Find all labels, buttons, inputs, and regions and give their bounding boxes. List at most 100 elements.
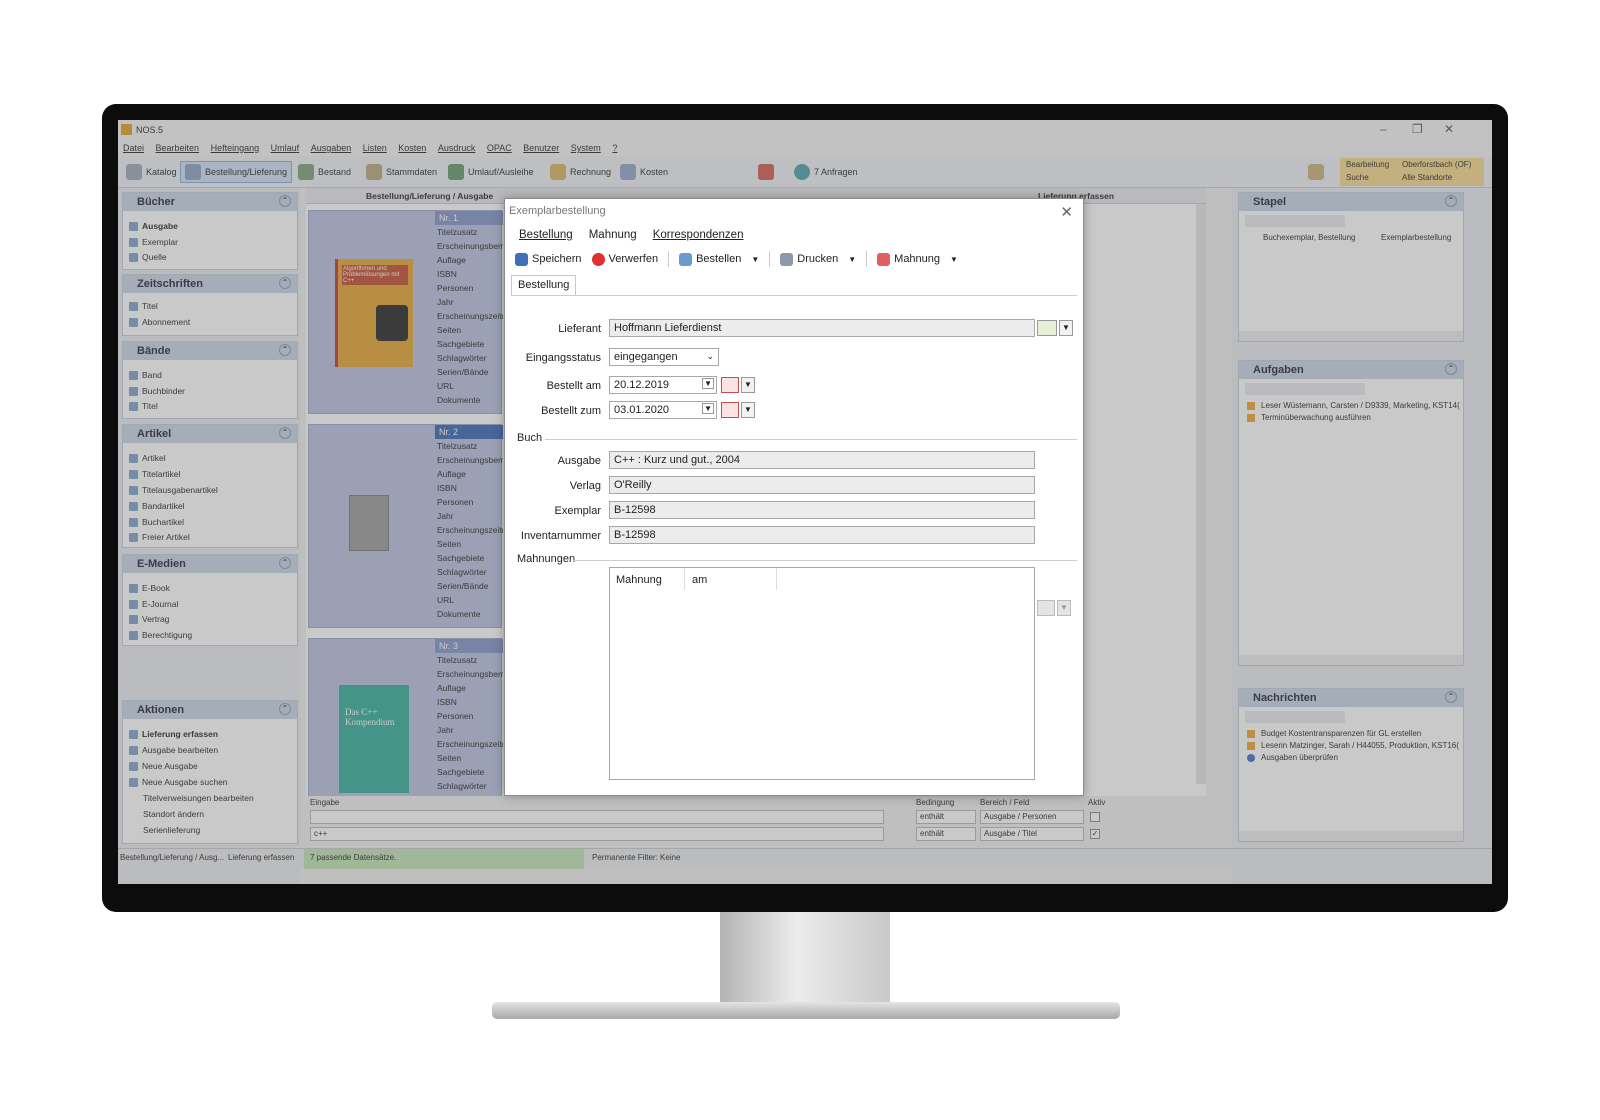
group-title[interactable]: Zeitschriften [123,275,297,293]
panel-title[interactable]: Stapel [1239,193,1463,211]
action-titelverweisungen[interactable]: Titelverweisungen bearbeiten [143,793,254,803]
bestellt-am-input[interactable]: 20.12.2019 ▼ [609,376,717,394]
search-input-1[interactable] [310,810,884,824]
condition-select-1[interactable]: enthält [916,810,976,824]
column-header-am[interactable]: am [692,574,707,586]
lieferant-dropdown-icon[interactable]: ▼ [1059,320,1073,336]
calendar-icon[interactable] [721,402,739,418]
nav-item-artikel[interactable]: Artikel [129,453,166,463]
nav-item-exemplar[interactable]: Exemplar [129,237,178,247]
collapse-icon[interactable]: ⌃ [1445,691,1457,703]
nav-item-buchartikel[interactable]: Buchartikel [129,517,184,527]
group-title[interactable]: Bücher [123,193,297,211]
menu-bearbeiten[interactable]: Bearbeiten [156,143,200,153]
nav-item-abonnement[interactable]: Abonnement [129,317,190,327]
field-select-2[interactable]: Ausgabe / Titel [980,827,1084,841]
stapel-row-label[interactable]: Buchexemplar, Bestellung [1263,233,1356,242]
nav-item-e-book[interactable]: E-Book [129,583,170,593]
group-title[interactable]: E-Medien [123,555,297,573]
home-button[interactable] [1304,161,1328,183]
collapse-icon[interactable]: ⌃ [279,703,291,715]
action-neue-ausgabe-suchen[interactable]: Neue Ausgabe suchen [129,777,228,787]
task-item[interactable]: Terminüberwachung ausführen [1247,413,1371,422]
ausgabe-field[interactable]: C++ : Kurz und gut., 2004 [609,451,1035,469]
date-dropdown-icon[interactable]: ▼ [702,378,714,389]
verlag-field[interactable]: O'Reilly [609,476,1035,494]
action-lieferung-erfassen[interactable]: Lieferung erfassen [129,729,218,739]
calendar-dropdown-icon[interactable]: ▼ [741,377,755,393]
panel-scrollbar[interactable] [1239,331,1463,341]
toolbar-kosten[interactable]: Kosten [616,161,672,183]
message-item[interactable]: Ausgaben überprüfen [1247,753,1338,762]
message-item[interactable]: Budget Kostentransparenzen für GL erstel… [1247,729,1421,738]
minimize-icon[interactable]: – [1380,122,1387,136]
menu-umlauf[interactable]: Umlauf [271,143,300,153]
collapse-icon[interactable]: ⌃ [279,344,291,356]
nav-item-titelausgabenartikel[interactable]: Titelausgabenartikel [129,485,218,495]
panel-toolbar[interactable] [1245,215,1345,227]
nav-item-buchbinder[interactable]: Buchbinder [129,386,185,396]
discard-button[interactable]: Verwerfen [591,252,658,266]
action-neue-ausgabe[interactable]: Neue Ausgabe [129,761,198,771]
print-button[interactable]: Drucken ▼ [780,252,856,266]
toolbar-umlauf-ausleihe[interactable]: Umlauf/Ausleihe [444,161,538,183]
group-title[interactable]: Artikel [123,425,297,443]
collapse-icon[interactable]: ⌃ [1445,363,1457,375]
mahnung-action-button[interactable] [1037,600,1055,616]
group-title[interactable]: Aktionen [123,701,297,719]
stapel-row-type[interactable]: Exemplarbestellung [1381,233,1451,242]
menu-system[interactable]: System [571,143,601,153]
message-item[interactable]: Leserin Matzinger, Sarah / H44055, Produ… [1247,741,1459,750]
nav-item-quelle[interactable]: Quelle [129,252,167,262]
search-input-2[interactable]: c++ [310,827,884,841]
tab-bestellung[interactable]: Bestellung [511,275,577,295]
menu-benutzer[interactable]: Benutzer [523,143,559,153]
nav-item-berechtigung[interactable]: Berechtigung [129,630,192,640]
field-select-1[interactable]: Ausgabe / Personen [980,810,1084,824]
aktiv-checkbox-1[interactable] [1090,812,1100,822]
calendar-dropdown-icon[interactable]: ▼ [741,402,755,418]
calendar-icon[interactable] [721,377,739,393]
panel-scrollbar[interactable] [1239,831,1463,841]
menu-opac[interactable]: OPAC [487,143,512,153]
location-switcher[interactable]: Bearbeitung Suche Oberforstbach (OF) All… [1340,158,1484,186]
toolbar-anfragen[interactable]: 7 Anfragen [790,161,862,183]
menu-listen[interactable]: Listen [363,143,387,153]
lieferant-lookup-button[interactable] [1037,320,1057,336]
panel-scrollbar[interactable] [1239,655,1463,665]
toolbar-bestand[interactable]: Bestand [294,161,355,183]
panel-title[interactable]: Nachrichten [1239,689,1463,707]
nav-item-e-journal[interactable]: E-Journal [129,599,178,609]
menu-ausdruck[interactable]: Ausdruck [438,143,476,153]
nav-item-band[interactable]: Band [129,370,162,380]
menu-hefteingang[interactable]: Hefteingang [211,143,260,153]
action-serienlieferung[interactable]: Serienlieferung [143,825,200,835]
toolbar-bestellung-lieferung[interactable]: Bestellung/Lieferung [180,161,293,183]
restore-icon[interactable]: ❐ [1412,122,1423,136]
mahnungen-table[interactable]: Mahnung am [609,567,1035,780]
print-dropdown-icon[interactable]: ▼ [848,255,856,264]
nav-item-freier-artikel[interactable]: Freier Artikel [129,532,190,542]
nav-item-titel[interactable]: Titel [129,301,158,311]
collapse-icon[interactable]: ⌃ [279,195,291,207]
lieferant-field[interactable]: Hoffmann Lieferdienst [609,319,1035,337]
dialog-close-icon[interactable]: ✕ [1060,203,1073,221]
toolbar-stammdaten[interactable]: Stammdaten [362,161,441,183]
group-title[interactable]: Bände [123,342,297,360]
panel-title[interactable]: Aufgaben [1239,361,1463,379]
collapse-icon[interactable]: ⌃ [1445,195,1457,207]
panel-toolbar[interactable] [1245,711,1345,723]
close-icon[interactable]: ✕ [1444,122,1454,136]
condition-select-2[interactable]: enthält [916,827,976,841]
menu-help[interactable]: ? [612,143,617,153]
nav-item-titelartikel[interactable]: Titelartikel [129,469,180,479]
nav-item-bandartikel[interactable]: Bandartikel [129,501,185,511]
dialog-menu-korrespondenzen[interactable]: Korrespondenzen [653,229,744,241]
toolbar-katalog[interactable]: Katalog [122,161,181,183]
list-scrollbar[interactable] [1196,204,1206,784]
record-card[interactable]: Nr. 2 Titelzusatz Erscheinungsbemerkung … [308,424,503,628]
pdf-button[interactable] [754,161,778,183]
menu-datei[interactable]: Datei [123,143,144,153]
menu-kosten[interactable]: Kosten [398,143,426,153]
action-ausgabe-bearbeiten[interactable]: Ausgabe bearbeiten [129,745,218,755]
